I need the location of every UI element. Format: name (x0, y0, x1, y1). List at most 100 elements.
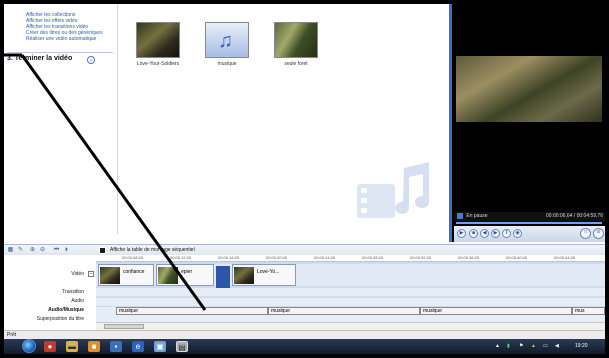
clip-title: confiance (123, 269, 145, 275)
rewind-icon[interactable]: ⏮ (53, 247, 60, 254)
narration-icon[interactable]: ✎ (17, 247, 24, 254)
video-clip[interactable]: Love-Yo... (232, 264, 296, 286)
video-thumbnail (274, 22, 318, 58)
video-thumbnail (136, 22, 180, 58)
storyboard-icon[interactable]: ▦ (7, 247, 14, 254)
playback-status-bar: En pause 00:00:06,64 / 00:04:59,76 (454, 212, 605, 221)
clip-thumbnail (234, 267, 254, 284)
show-hidden-icons-icon[interactable]: ▲ (495, 339, 500, 354)
media-player-icon[interactable]: ● (44, 341, 56, 352)
status-text: Prêt (7, 332, 17, 338)
ruler-tick: 00:00:36,00 (458, 255, 480, 260)
clock[interactable]: 19:20 (575, 339, 588, 354)
video-track[interactable]: confiance epier Love-Yo... (96, 264, 605, 288)
clip-label: musique (217, 61, 237, 67)
music-clip[interactable]: musique (116, 307, 268, 315)
collection-clip[interactable]: Love-Your-Soldiers (128, 22, 188, 67)
finish-video-section[interactable]: 3. Terminer la vidéo ⌄ (7, 52, 113, 64)
clip-title: Love-Yo... (257, 269, 280, 275)
clip-title: epier (181, 269, 193, 275)
clip-thumbnail (100, 267, 120, 284)
collection-pane: Love-Your-Soldiers ♫ musique seule foret (119, 4, 449, 234)
ruler-tick: 00:00:44,00 (554, 255, 576, 260)
monitor-icon[interactable]: ▭ (543, 339, 548, 354)
ruler-tick: 00:00:28,00 (362, 255, 384, 260)
stop-icon[interactable]: ■ (469, 229, 478, 238)
ruler-tick: 00:00:32,00 (410, 255, 432, 260)
pause-status-icon (457, 212, 463, 219)
status-bar: Prêt (4, 330, 605, 339)
title-overlay-track[interactable] (96, 315, 605, 322)
next-frame-icon[interactable]: ▶ (491, 229, 500, 238)
file-explorer-icon[interactable]: ▬ (66, 341, 78, 352)
clip-label: Love-Your-Soldiers (136, 61, 180, 67)
timeline-scrollbar[interactable] (96, 322, 605, 330)
zoom-in-icon[interactable]: ⊕ (29, 247, 36, 254)
video-preview-frame (456, 56, 602, 122)
ruler-tick: 00:00:08,00 (122, 255, 144, 260)
storyboard-toggle-button[interactable] (99, 247, 106, 254)
take-picture-icon[interactable]: ⊙ (593, 228, 604, 239)
ruler-tick: 00:00:20,00 (266, 255, 288, 260)
track-label-transition: Transition (62, 289, 84, 295)
zoom-out-icon[interactable]: ⊖ (39, 247, 46, 254)
play-icon[interactable]: ▶ (457, 229, 466, 238)
fullscreen-icon[interactable]: □ (580, 228, 591, 239)
selected-clip-highlight[interactable] (216, 266, 230, 288)
video-clip[interactable]: confiance (98, 264, 154, 286)
storyboard-toggle-label: Affiche la table de montage séquentiel (110, 247, 195, 253)
clip-thumbnail (158, 267, 178, 284)
task-links: Afficher les collections Afficher les ef… (26, 12, 103, 42)
app-icon[interactable]: ▪ (110, 341, 122, 352)
music-clip[interactable]: mus (572, 307, 605, 315)
collection-clip[interactable]: seule foret (266, 22, 326, 67)
ruler-tick: 00:00:24,00 (314, 255, 336, 260)
preview-monitor: En pause 00:00:06,64 / 00:04:59,76 ▶ ■ ◀… (449, 4, 605, 242)
media-center-icon[interactable]: ■ (88, 341, 100, 352)
track-label-audio-music: Audio/Musique (48, 307, 84, 313)
start-button-icon[interactable] (22, 339, 36, 353)
playback-controls: ▶ ■ ◀ ▶ ‖ ◉ □ ⊙ (454, 226, 605, 242)
timeline-ruler[interactable]: 00:00:08,00 00:00:12,00 00:00:16,00 00:0… (96, 255, 605, 262)
movie-maker-window: Afficher les collections Afficher les ef… (4, 4, 605, 354)
collection-clip[interactable]: ♫ musique (197, 22, 257, 67)
section-title: 3. Terminer la vidéo (7, 55, 73, 62)
track-label-title-overlay: Superposition du titre (36, 316, 84, 322)
ruler-tick: 00:00:40,00 (506, 255, 528, 260)
snapshot-icon[interactable]: ◉ (513, 229, 522, 238)
scrollbar-thumb[interactable] (104, 324, 144, 329)
split-icon[interactable]: ‖ (502, 229, 511, 238)
system-tray: ▲ ▮ ⚑ ▲ ▭ ◀ 19:20 (493, 339, 605, 354)
movie-maker-taskbar-icon[interactable]: ▤ (176, 341, 188, 352)
previous-frame-icon[interactable]: ◀ (480, 229, 489, 238)
timeline-toolbar: ▦ ✎ ⊕ ⊖ ⏮ ⏵ Affiche la table de montage … (4, 244, 605, 255)
seek-bar[interactable] (456, 222, 602, 224)
music-clip[interactable]: musique (268, 307, 420, 315)
play-timeline-icon[interactable]: ⏵ (63, 247, 70, 254)
internet-explorer-icon[interactable]: e (132, 341, 144, 352)
track-label-audio: Audio (71, 298, 84, 304)
chevron-down-icon[interactable]: ⌄ (87, 56, 95, 64)
transition-track[interactable] (96, 288, 605, 296)
playback-time: 00:00:06,64 / 00:04:59,76 (546, 213, 603, 219)
clip-label: seule foret (284, 61, 308, 67)
volume-icon[interactable]: ◀ (555, 339, 559, 354)
action-center-flag-icon[interactable]: ⚑ (519, 339, 523, 354)
power-icon[interactable]: ▲ (531, 339, 536, 354)
collapse-video-track-icon[interactable]: − (88, 271, 94, 277)
music-clip[interactable]: musique (420, 307, 572, 315)
track-label-video: Vidéo (71, 271, 84, 277)
ruler-tick: 00:00:16,00 (218, 255, 240, 260)
audio-music-track[interactable]: musique musique musique mus (96, 307, 605, 315)
network-icon[interactable]: ▮ (507, 339, 510, 354)
timeline-tracks: confiance epier Love-Yo... musique musiq… (96, 262, 605, 322)
taskbar: ● ▬ ■ ▪ e ▣ ▤ ▲ ▮ ⚑ ▲ ▭ ◀ 19:20 (4, 339, 605, 354)
music-note-icon: ♫ (205, 22, 249, 58)
audio-track[interactable] (96, 298, 605, 306)
ruler-tick: 00:00:12,00 (170, 255, 192, 260)
video-clip[interactable]: epier (156, 264, 214, 286)
playback-status: En pause (466, 213, 488, 219)
task-link-automovie[interactable]: Réaliser une vidéo automatique (26, 36, 103, 42)
tasks-pane: Afficher les collections Afficher les ef… (4, 4, 118, 234)
app-icon[interactable]: ▣ (154, 341, 166, 352)
